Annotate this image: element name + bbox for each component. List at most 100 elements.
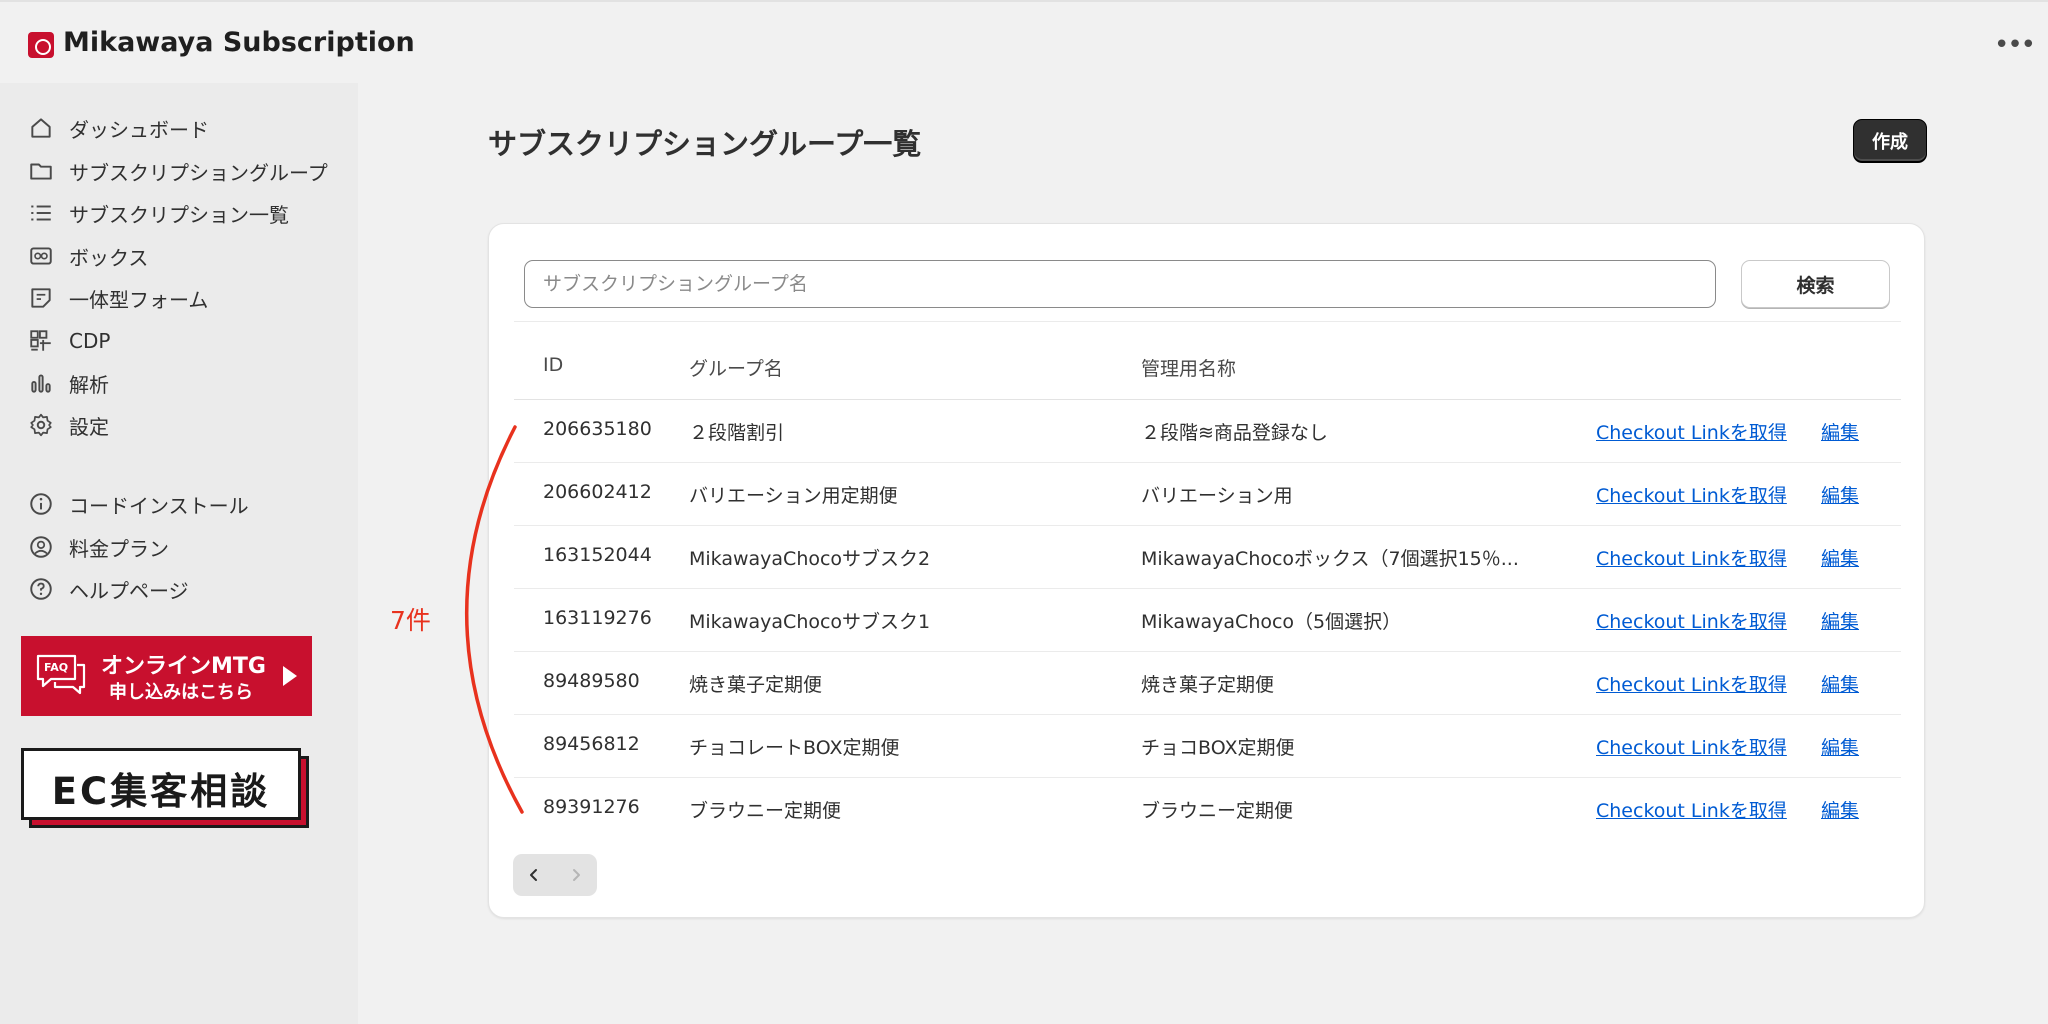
checkout-link[interactable]: Checkout Linkを取得: [1596, 544, 1787, 571]
row-admin-name: 焼き菓子定期便: [1141, 674, 1275, 696]
edit-link[interactable]: 編集: [1821, 607, 1859, 634]
play-icon: [283, 666, 297, 686]
form-icon: [28, 285, 54, 311]
sidebar-item-label: サブスクリプション一覧: [69, 202, 289, 227]
sidebar-item-label: ボックス: [69, 245, 149, 270]
mtg-title: オンラインMTG: [101, 654, 266, 679]
sidebar-item-label: 一体型フォーム: [69, 287, 209, 312]
sidebar-item-settings[interactable]: 設定: [28, 407, 109, 443]
row-group-name: MikawayaChocoサブスク1: [689, 611, 931, 633]
row-id: 89391276: [543, 796, 640, 818]
checkout-link[interactable]: Checkout Linkを取得: [1596, 607, 1787, 634]
sidebar-item-subscription-list[interactable]: サブスクリプション一覧: [28, 195, 289, 231]
ec-consultation-banner[interactable]: EC集客相談: [21, 748, 311, 828]
row-admin-name: ブラウニー定期便: [1141, 800, 1294, 822]
previous-page-button[interactable]: [513, 854, 555, 896]
sidebar-item-subscription-groups[interactable]: サブスクリプショングループ: [28, 153, 328, 189]
create-button[interactable]: 作成: [1853, 119, 1927, 162]
checkout-link[interactable]: Checkout Linkを取得: [1596, 796, 1787, 823]
chevron-right-icon: [573, 869, 580, 881]
row-admin-name: ２段階≋商品登録なし: [1141, 422, 1328, 444]
faq-label: FAQ: [44, 661, 68, 674]
checkout-link[interactable]: Checkout Linkを取得: [1596, 418, 1787, 445]
gear-icon: [28, 412, 54, 438]
sidebar-item-label: コードインストール: [69, 493, 249, 518]
info-icon: [28, 491, 54, 517]
row-group-name: 焼き菓子定期便: [689, 674, 823, 696]
row-group-name: ２段階割引: [689, 422, 785, 444]
mtg-subtitle: 申し込みはこちら: [109, 682, 253, 703]
sidebar-item-label: 解析: [69, 372, 109, 397]
edit-link[interactable]: 編集: [1821, 544, 1859, 571]
edit-link[interactable]: 編集: [1821, 418, 1859, 445]
sidebar-item-label: CDP: [69, 329, 111, 353]
row-admin-name: MikawayaChoco（5個選択）: [1141, 611, 1402, 633]
edit-link[interactable]: 編集: [1821, 796, 1859, 823]
row-group-name: チョコレートBOX定期便: [689, 737, 900, 759]
row-id: 206635180: [543, 418, 652, 440]
row-group-name: バリエーション用定期便: [689, 485, 898, 507]
sidebar-item-analytics[interactable]: 解析: [28, 365, 109, 401]
sidebar-item-box[interactable]: ボックス: [28, 238, 148, 274]
sidebar-item-dashboard[interactable]: ダッシュボード: [28, 110, 209, 146]
edit-link[interactable]: 編集: [1821, 481, 1859, 508]
shopping-bag-icon: [28, 32, 54, 58]
folder-icon: [28, 158, 54, 184]
sidebar-item-code-install[interactable]: コードインストール: [28, 486, 249, 522]
faq-chat-icon: FAQ: [36, 654, 86, 695]
column-header-admin-name: 管理用名称: [1141, 358, 1237, 380]
top-bar: Mikawaya Subscription •••: [0, 0, 2048, 83]
search-button[interactable]: 検索: [1741, 260, 1890, 308]
column-header-id: ID: [543, 354, 564, 376]
bar-chart-icon: [28, 370, 54, 396]
banner-box: EC集客相談: [21, 748, 301, 820]
checkout-link[interactable]: Checkout Linkを取得: [1596, 481, 1787, 508]
page-title: サブスクリプショングループ一覧: [488, 127, 922, 161]
sidebar-item-label: ダッシュボード: [69, 117, 209, 142]
sidebar-item-form[interactable]: 一体型フォーム: [28, 280, 208, 316]
sidebar-item-label: ヘルプページ: [69, 578, 189, 603]
question-icon: [28, 576, 54, 602]
table-row: 206602412 バリエーション用定期便 バリエーション用 Checkout …: [514, 463, 1901, 526]
table-row: 206635180 ２段階割引 ２段階≋商品登録なし Checkout Link…: [514, 400, 1901, 463]
online-mtg-banner[interactable]: FAQ オンラインMTG 申し込みはこちら: [21, 636, 312, 716]
row-admin-name: MikawayaChocoボックス（7個選択15％...: [1141, 548, 1519, 570]
user-circle-icon: [28, 534, 54, 560]
row-admin-name: チョコBOX定期便: [1141, 737, 1295, 759]
ellipsis-icon[interactable]: •••: [1994, 30, 2036, 60]
grid-icon: [28, 328, 54, 354]
pagination: [513, 854, 597, 896]
sidebar-item-label: 料金プラン: [69, 536, 169, 561]
app-title: Mikawaya Subscription: [63, 27, 415, 58]
ec-banner-text: EC集客相談: [51, 770, 271, 813]
annotation-bracket: [464, 425, 524, 814]
annotation-count-label: 7件: [390, 606, 431, 635]
table-row: 89489580 焼き菓子定期便 焼き菓子定期便 Checkout Linkを取…: [514, 652, 1901, 715]
table-row: 89391276 ブラウニー定期便 ブラウニー定期便 Checkout Link…: [514, 778, 1901, 841]
row-id: 89456812: [543, 733, 640, 755]
edit-link[interactable]: 編集: [1821, 733, 1859, 760]
list-icon: [28, 200, 54, 226]
home-icon: [28, 115, 54, 141]
table-row: 163119276 MikawayaChocoサブスク1 MikawayaCho…: [514, 589, 1901, 652]
sidebar: ダッシュボード サブスクリプショングループ サブスクリプション一覧 ボックス 一…: [0, 83, 358, 1024]
sidebar-item-help[interactable]: ヘルプページ: [28, 571, 189, 607]
divider: [514, 321, 1901, 322]
chevron-left-icon: [530, 869, 537, 881]
table-row: 89456812 チョコレートBOX定期便 チョコBOX定期便 Checkout…: [514, 715, 1901, 778]
search-input[interactable]: [524, 260, 1716, 308]
column-header-group-name: グループ名: [689, 358, 783, 380]
row-id: 206602412: [543, 481, 652, 503]
table-row: 163152044 MikawayaChocoサブスク2 MikawayaCho…: [514, 526, 1901, 589]
edit-link[interactable]: 編集: [1821, 670, 1859, 697]
sidebar-item-cdp[interactable]: CDP: [28, 323, 110, 359]
sidebar-item-label: サブスクリプショングループ: [69, 160, 328, 185]
checkout-link[interactable]: Checkout Linkを取得: [1596, 733, 1787, 760]
checkout-link[interactable]: Checkout Linkを取得: [1596, 670, 1787, 697]
groups-card: 検索 ID グループ名 管理用名称 206635180 ２段階割引 ２段階≋商品…: [488, 223, 1925, 918]
row-id: 163152044: [543, 544, 652, 566]
sidebar-item-pricing[interactable]: 料金プラン: [28, 529, 169, 565]
row-id: 163119276: [543, 607, 652, 629]
next-page-button[interactable]: [555, 854, 597, 896]
sidebar-item-label: 設定: [69, 414, 109, 439]
